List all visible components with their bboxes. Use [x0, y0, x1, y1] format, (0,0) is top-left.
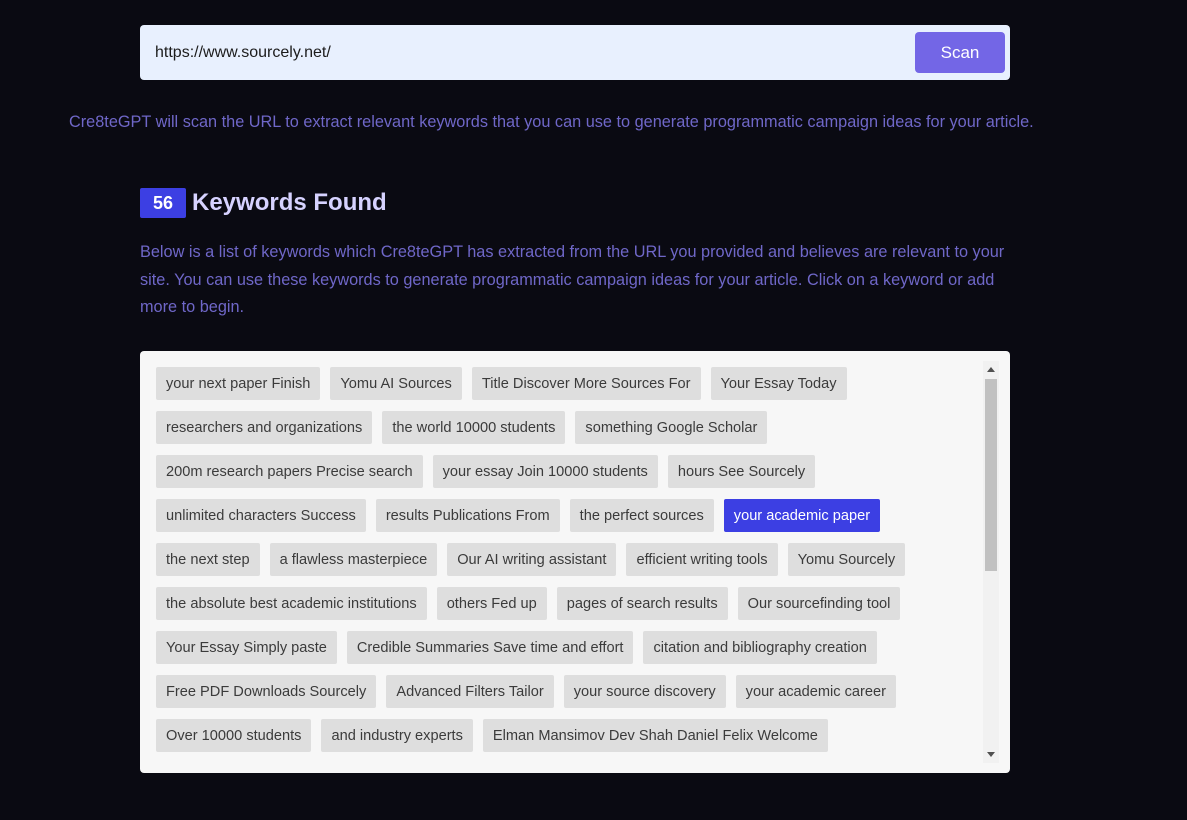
- keyword-tag[interactable]: a flawless masterpiece: [269, 543, 438, 576]
- intro-text: Cre8teGPT will scan the URL to extract r…: [69, 113, 1034, 131]
- keyword-tag[interactable]: Our AI writing assistant: [447, 543, 617, 576]
- keyword-tag[interactable]: Title Discover More Sources For: [471, 367, 701, 400]
- keyword-tag[interactable]: your next paper Finish: [156, 367, 321, 400]
- url-bar: Scan: [140, 25, 1010, 80]
- keywords-panel: your next paper Finish Yomu AI Sources Tit…: [140, 351, 1010, 773]
- keyword-tag[interactable]: Free PDF Downloads Sourcely: [156, 675, 377, 708]
- keyword-tag[interactable]: Yomu Sourcely: [787, 543, 906, 576]
- scroll-down-arrow-icon[interactable]: [987, 752, 995, 757]
- keyword-tag[interactable]: the perfect sources: [569, 499, 714, 532]
- keyword-tag[interactable]: Over 10000 students: [156, 719, 312, 752]
- scroll-thumb[interactable]: [985, 379, 997, 571]
- keyword-tag[interactable]: Advanced Filters Tailor: [386, 675, 554, 708]
- keyword-tag[interactable]: researchers and organizations: [156, 411, 373, 444]
- scan-button[interactable]: Scan: [915, 32, 1005, 73]
- keyword-tag[interactable]: Credible Summaries Save time and effort: [346, 631, 634, 664]
- keyword-tag[interactable]: citation and bibliography creation: [643, 631, 877, 664]
- scrollbar[interactable]: [983, 361, 999, 763]
- keyword-tag[interactable]: the next step: [156, 543, 260, 576]
- keyword-count-badge: 56: [140, 188, 186, 218]
- keyword-tag[interactable]: unlimited characters Success: [156, 499, 366, 532]
- keyword-tag[interactable]: your academic paper: [723, 499, 881, 532]
- keywords-title: Keywords Found: [192, 189, 387, 216]
- keyword-tag[interactable]: your source discovery: [563, 675, 726, 708]
- keyword-tag[interactable]: Your Essay Simply paste: [156, 631, 337, 664]
- keyword-tag[interactable]: the absolute best academic institutions: [156, 587, 427, 620]
- keyword-tag[interactable]: Your Essay Today: [710, 367, 847, 400]
- scroll-up-arrow-icon[interactable]: [987, 367, 995, 372]
- keyword-tag[interactable]: results Publications From: [375, 499, 560, 532]
- keyword-tag[interactable]: others Fed up: [436, 587, 547, 620]
- keyword-tag[interactable]: Yomu AI Sources: [330, 367, 462, 400]
- keyword-tag[interactable]: 200m research papers Precise search: [156, 455, 423, 488]
- keyword-list: your next paper Finish Yomu AI Sources Tit…: [156, 367, 982, 752]
- keyword-tag[interactable]: the world 10000 students: [382, 411, 566, 444]
- keyword-tag[interactable]: your essay Join 10000 students: [432, 455, 658, 488]
- keywords-heading: 56 Keywords Found: [140, 188, 387, 218]
- keywords-description: Below is a list of keywords which Cre8te…: [140, 243, 1005, 316]
- keyword-tag[interactable]: Our sourcefinding tool: [737, 587, 901, 620]
- keyword-tag[interactable]: pages of search results: [556, 587, 728, 620]
- keyword-tag[interactable]: and industry experts: [321, 719, 473, 752]
- keyword-tag[interactable]: Elman Mansimov Dev Shah Daniel Felix Wel…: [482, 719, 828, 752]
- keyword-tag[interactable]: something Google Scholar: [575, 411, 768, 444]
- keyword-tag[interactable]: hours See Sourcely: [667, 455, 816, 488]
- url-input[interactable]: [155, 43, 915, 62]
- keyword-tag[interactable]: your academic career: [735, 675, 896, 708]
- keyword-tag[interactable]: efficient writing tools: [626, 543, 778, 576]
